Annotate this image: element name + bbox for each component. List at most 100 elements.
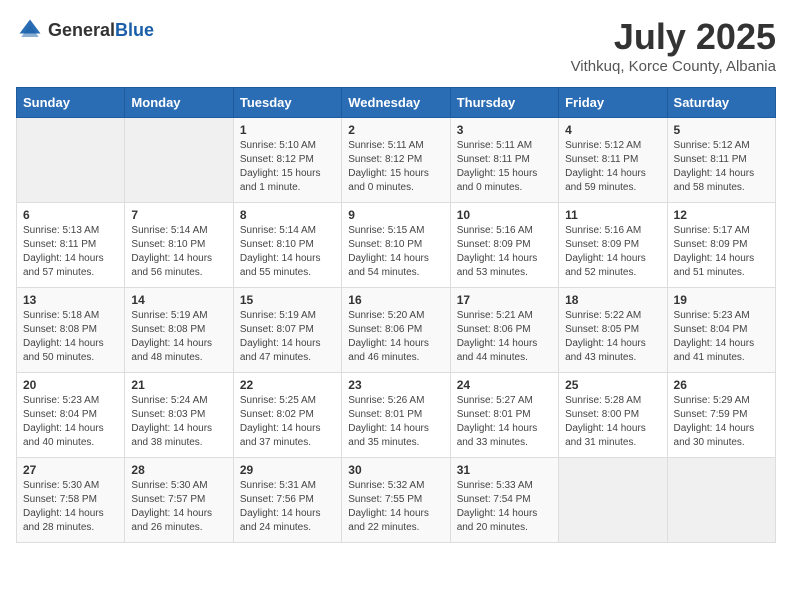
day-info: Sunrise: 5:26 AM Sunset: 8:01 PM Dayligh… <box>348 394 443 450</box>
day-info: Sunrise: 5:14 AM Sunset: 8:10 PM Dayligh… <box>131 224 226 280</box>
day-info: Sunrise: 5:32 AM Sunset: 7:55 PM Dayligh… <box>348 479 443 535</box>
calendar-cell <box>667 458 775 543</box>
day-number: 6 <box>23 208 118 222</box>
day-number: 30 <box>348 463 443 477</box>
day-info: Sunrise: 5:11 AM Sunset: 8:11 PM Dayligh… <box>457 139 552 195</box>
calendar-cell: 15Sunrise: 5:19 AM Sunset: 8:07 PM Dayli… <box>233 288 341 373</box>
calendar-cell: 27 Sunrise: 5:30 AM Sunset: 7:58 PM Dayli… <box>17 458 125 543</box>
day-info: Sunrise: 5:23 AM Sunset: 8:04 PM Dayligh… <box>23 394 118 450</box>
calendar-cell: 31 Sunrise: 5:33 AM Sunset: 7:54 PM Dayli… <box>450 458 558 543</box>
calendar-cell: 24 Sunrise: 5:27 AM Sunset: 8:01 PM Dayli… <box>450 373 558 458</box>
calendar-cell: 19 Sunrise: 5:23 AM Sunset: 8:04 PM Dayli… <box>667 288 775 373</box>
calendar-cell: 28 Sunrise: 5:30 AM Sunset: 7:57 PM Dayli… <box>125 458 233 543</box>
day-info: Sunrise: 5:33 AM Sunset: 7:54 PM Dayligh… <box>457 479 552 535</box>
day-info: Sunrise: 5:19 AM Sunset: 8:08 PM Dayligh… <box>131 309 226 365</box>
calendar-cell: 9 Sunrise: 5:15 AM Sunset: 8:10 PM Daylig… <box>342 203 450 288</box>
day-number: 4 <box>565 123 660 137</box>
day-info: Sunrise: 5:21 AM Sunset: 8:06 PM Dayligh… <box>457 309 552 365</box>
calendar-cell: 7 Sunrise: 5:14 AM Sunset: 8:10 PM Daylig… <box>125 203 233 288</box>
day-info: Sunrise: 5:25 AM Sunset: 8:02 PM Dayligh… <box>240 394 335 450</box>
logo-text-general: General <box>48 20 115 40</box>
calendar-cell: 17Sunrise: 5:21 AM Sunset: 8:06 PM Dayli… <box>450 288 558 373</box>
calendar-cell <box>559 458 667 543</box>
calendar-cell: 20Sunrise: 5:23 AM Sunset: 8:04 PM Dayli… <box>17 373 125 458</box>
day-info: Sunrise: 5:17 AM Sunset: 8:09 PM Dayligh… <box>674 224 769 280</box>
calendar-cell: 8Sunrise: 5:14 AM Sunset: 8:10 PM Daylig… <box>233 203 341 288</box>
day-number: 31 <box>457 463 552 477</box>
day-info: Sunrise: 5:23 AM Sunset: 8:04 PM Dayligh… <box>674 309 769 365</box>
day-info: Sunrise: 5:15 AM Sunset: 8:10 PM Dayligh… <box>348 224 443 280</box>
day-number: 9 <box>348 208 443 222</box>
day-info: Sunrise: 5:14 AM Sunset: 8:10 PM Dayligh… <box>240 224 335 280</box>
calendar-cell: 29 Sunrise: 5:31 AM Sunset: 7:56 PM Dayli… <box>233 458 341 543</box>
day-number: 23 <box>348 378 443 392</box>
calendar-table: SundayMondayTuesdayWednesdayThursdayFrid… <box>16 87 776 543</box>
day-of-week-header: Tuesday <box>233 88 341 118</box>
day-number: 7 <box>131 208 226 222</box>
day-info: Sunrise: 5:28 AM Sunset: 8:00 PM Dayligh… <box>565 394 660 450</box>
calendar-header-row: SundayMondayTuesdayWednesdayThursdayFrid… <box>17 88 776 118</box>
day-info: Sunrise: 5:10 AM Sunset: 8:12 PM Dayligh… <box>240 139 335 195</box>
calendar-cell: 21 Sunrise: 5:24 AM Sunset: 8:03 PM Dayli… <box>125 373 233 458</box>
day-info: Sunrise: 5:13 AM Sunset: 8:11 PM Dayligh… <box>23 224 118 280</box>
calendar-week-row: 20Sunrise: 5:23 AM Sunset: 8:04 PM Dayli… <box>17 373 776 458</box>
day-info: Sunrise: 5:29 AM Sunset: 7:59 PM Dayligh… <box>674 394 769 450</box>
day-number: 1 <box>240 123 335 137</box>
day-number: 16 <box>348 293 443 307</box>
calendar-week-row: 1 Sunrise: 5:10 AM Sunset: 8:12 PM Daylig… <box>17 118 776 203</box>
calendar-cell: 22 Sunrise: 5:25 AM Sunset: 8:02 PM Dayli… <box>233 373 341 458</box>
calendar-location: Vithkuq, Korce County, Albania <box>571 58 776 75</box>
calendar-cell: 25 Sunrise: 5:28 AM Sunset: 8:00 PM Dayli… <box>559 373 667 458</box>
logo: GeneralBlue <box>16 16 154 44</box>
calendar-cell: 4 Sunrise: 5:12 AM Sunset: 8:11 PM Daylig… <box>559 118 667 203</box>
day-info: Sunrise: 5:31 AM Sunset: 7:56 PM Dayligh… <box>240 479 335 535</box>
day-of-week-header: Friday <box>559 88 667 118</box>
calendar-cell: 14 Sunrise: 5:19 AM Sunset: 8:08 PM Dayli… <box>125 288 233 373</box>
calendar-week-row: 13Sunrise: 5:18 AM Sunset: 8:08 PM Dayli… <box>17 288 776 373</box>
day-of-week-header: Saturday <box>667 88 775 118</box>
day-number: 29 <box>240 463 335 477</box>
day-info: Sunrise: 5:30 AM Sunset: 7:57 PM Dayligh… <box>131 479 226 535</box>
page-header: GeneralBlue July 2025 Vithkuq, Korce Cou… <box>16 16 776 75</box>
day-number: 13 <box>23 293 118 307</box>
calendar-cell <box>125 118 233 203</box>
day-info: Sunrise: 5:19 AM Sunset: 8:07 PM Dayligh… <box>240 309 335 365</box>
calendar-week-row: 27 Sunrise: 5:30 AM Sunset: 7:58 PM Dayli… <box>17 458 776 543</box>
day-number: 27 <box>23 463 118 477</box>
day-number: 21 <box>131 378 226 392</box>
day-info: Sunrise: 5:27 AM Sunset: 8:01 PM Dayligh… <box>457 394 552 450</box>
day-info: Sunrise: 5:24 AM Sunset: 8:03 PM Dayligh… <box>131 394 226 450</box>
day-number: 24 <box>457 378 552 392</box>
day-info: Sunrise: 5:30 AM Sunset: 7:58 PM Dayligh… <box>23 479 118 535</box>
calendar-cell: 11 Sunrise: 5:16 AM Sunset: 8:09 PM Dayli… <box>559 203 667 288</box>
day-info: Sunrise: 5:12 AM Sunset: 8:11 PM Dayligh… <box>565 139 660 195</box>
day-number: 14 <box>131 293 226 307</box>
day-number: 28 <box>131 463 226 477</box>
day-number: 5 <box>674 123 769 137</box>
day-info: Sunrise: 5:16 AM Sunset: 8:09 PM Dayligh… <box>565 224 660 280</box>
day-number: 22 <box>240 378 335 392</box>
calendar-cell: 26 Sunrise: 5:29 AM Sunset: 7:59 PM Dayli… <box>667 373 775 458</box>
day-info: Sunrise: 5:12 AM Sunset: 8:11 PM Dayligh… <box>674 139 769 195</box>
day-number: 3 <box>457 123 552 137</box>
day-number: 19 <box>674 293 769 307</box>
day-number: 26 <box>674 378 769 392</box>
calendar-cell: 6 Sunrise: 5:13 AM Sunset: 8:11 PM Daylig… <box>17 203 125 288</box>
day-number: 2 <box>348 123 443 137</box>
day-number: 18 <box>565 293 660 307</box>
day-number: 25 <box>565 378 660 392</box>
calendar-title: July 2025 <box>571 16 776 58</box>
logo-icon <box>16 16 44 44</box>
calendar-week-row: 6 Sunrise: 5:13 AM Sunset: 8:11 PM Daylig… <box>17 203 776 288</box>
title-block: July 2025 Vithkuq, Korce County, Albania <box>571 16 776 75</box>
day-number: 10 <box>457 208 552 222</box>
calendar-cell: 23 Sunrise: 5:26 AM Sunset: 8:01 PM Dayli… <box>342 373 450 458</box>
day-of-week-header: Thursday <box>450 88 558 118</box>
day-info: Sunrise: 5:20 AM Sunset: 8:06 PM Dayligh… <box>348 309 443 365</box>
day-info: Sunrise: 5:22 AM Sunset: 8:05 PM Dayligh… <box>565 309 660 365</box>
calendar-cell: 10Sunrise: 5:16 AM Sunset: 8:09 PM Dayli… <box>450 203 558 288</box>
calendar-cell: 12Sunrise: 5:17 AM Sunset: 8:09 PM Dayli… <box>667 203 775 288</box>
day-of-week-header: Wednesday <box>342 88 450 118</box>
day-number: 11 <box>565 208 660 222</box>
day-of-week-header: Sunday <box>17 88 125 118</box>
